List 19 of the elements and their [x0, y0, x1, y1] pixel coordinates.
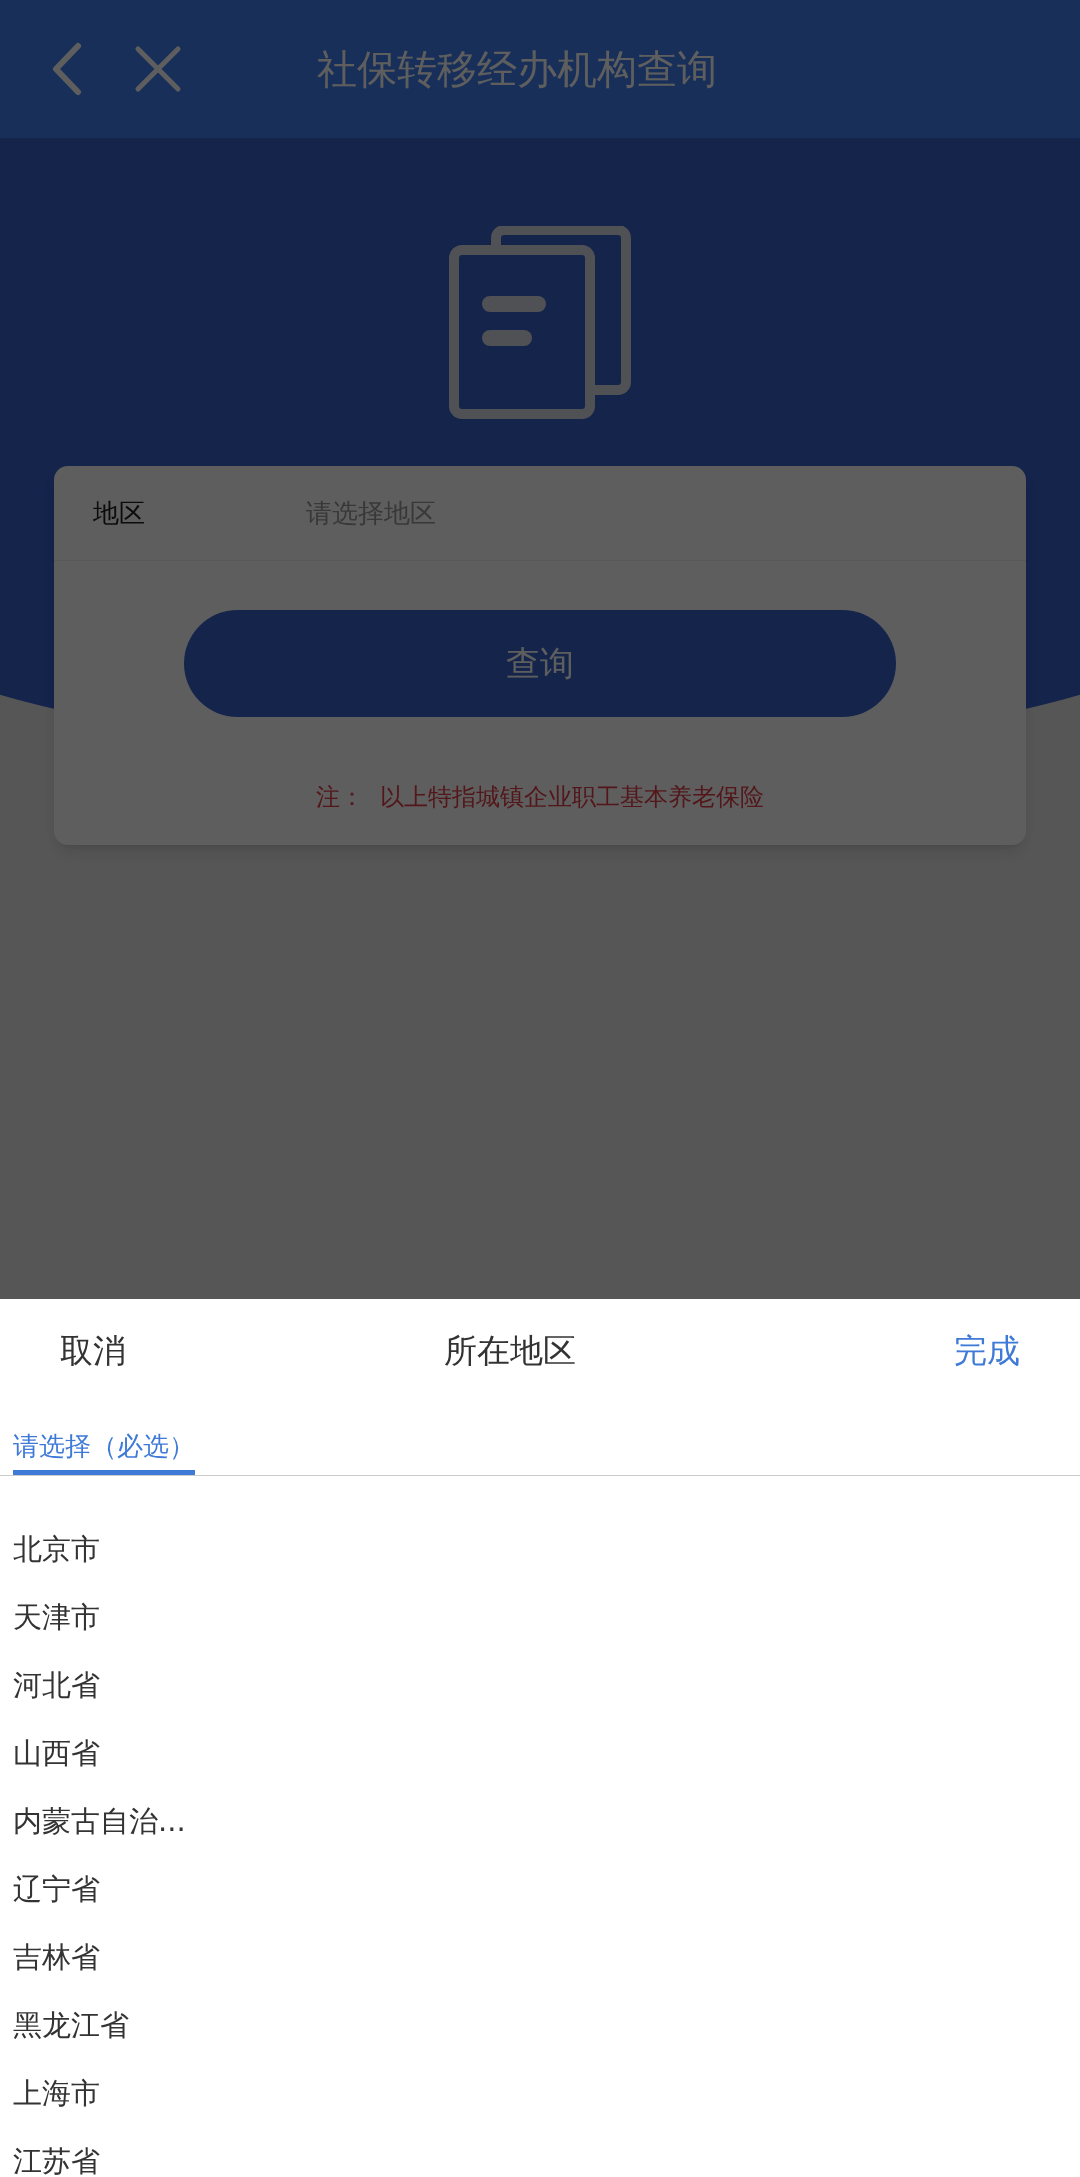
cancel-button[interactable]: 取消	[60, 1326, 126, 1376]
done-button[interactable]: 完成	[954, 1326, 1020, 1376]
region-option[interactable]: 天津市	[13, 1596, 100, 1640]
region-option[interactable]: 北京市	[13, 1528, 100, 1572]
region-option[interactable]: 吉林省	[13, 1936, 100, 1980]
region-option[interactable]: 辽宁省	[13, 1868, 100, 1912]
region-label: 地区	[93, 496, 146, 530]
close-icon[interactable]	[134, 45, 182, 93]
region-option[interactable]: 河北省	[13, 1664, 100, 1708]
note-text: 注： 以上特指城镇企业职工基本养老保险	[316, 782, 764, 813]
region-tab[interactable]: 请选择（必选）	[13, 1427, 195, 1475]
region-option[interactable]: 江苏省	[13, 2140, 100, 2177]
page-title: 社保转移经办机构查询	[317, 45, 717, 94]
document-icon	[448, 226, 632, 420]
region-option[interactable]: 内蒙古自治...	[13, 1800, 186, 1844]
region-option[interactable]: 上海市	[13, 2072, 100, 2116]
region-option[interactable]: 山西省	[13, 1732, 100, 1776]
region-option[interactable]: 黑龙江省	[13, 2004, 129, 2048]
sheet-title: 所在地区	[444, 1330, 576, 1373]
